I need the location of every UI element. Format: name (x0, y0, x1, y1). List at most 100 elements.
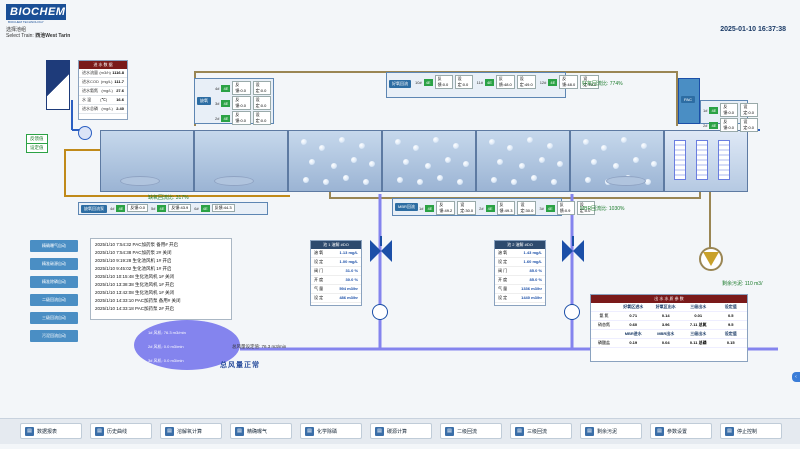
reflux3-icon: ▤ (515, 426, 524, 436)
auto-mode-toggle[interactable]: 4E (423, 78, 433, 86)
auto-mode-button[interactable]: 精确曝气自动 (30, 240, 78, 252)
do-row-value: 1.13 mg/L (339, 250, 358, 255)
mbr-pump-id: 3# (539, 205, 544, 211)
aerobic-pump-setpoint[interactable]: 设定:0.0 (454, 75, 473, 89)
aerobic-pump-setpoint[interactable]: 设定:49.0 (516, 75, 536, 89)
mbr-pump-setpoint[interactable]: 设定:30.0 (457, 201, 477, 215)
auto-mode-button[interactable]: 三级回流自动 (30, 312, 78, 324)
influent-row-value: 27.6 (116, 88, 124, 93)
setpoint-value-button[interactable]: 设定值 (26, 143, 48, 153)
nav-button-chemical[interactable]: ▤ 化学除磷 (300, 423, 362, 439)
nav-button-reflux3[interactable]: ▤ 三级回流 (510, 423, 572, 439)
auto-mode-toggle[interactable]: 4E (485, 204, 495, 212)
nav-button-report[interactable]: ▤ 数据报表 (20, 423, 82, 439)
air-bubble (621, 137, 627, 143)
mixer-icon (214, 176, 254, 186)
influent-row-unit: (℃) (100, 97, 108, 102)
auto-mode-toggle[interactable]: 4E (116, 204, 126, 212)
nav-button-power[interactable]: ▤ 停止控制 (720, 423, 782, 439)
do-row-value[interactable]: 1440 m3/hr (521, 295, 542, 301)
side-expand-button[interactable]: ‹ (792, 372, 800, 382)
nav-button-chart[interactable]: ▤ 历史曲线 (90, 423, 152, 439)
auto-mode-button[interactable]: 精准碳源自动 (30, 258, 78, 270)
do-row-value: 85.0 % (529, 268, 542, 273)
aerobic-pump-row: 11# 4E 反馈:48.0 设定:49.0 (477, 75, 536, 89)
do-row-label: 阀 门 (314, 268, 324, 273)
auto-mode-toggle[interactable]: 4E (709, 106, 719, 114)
effluent-quality-title: 出 水 水 质 参 数 (591, 295, 747, 303)
power-icon: ▤ (725, 426, 734, 436)
aerobic-pump-id: 10# (415, 79, 422, 85)
param-value[interactable]: 0.5 (714, 312, 747, 321)
air-bubble (301, 139, 307, 145)
air-bubble (403, 159, 409, 165)
auto-mode-toggle[interactable]: 4E (545, 204, 555, 212)
influent-row-label: 进水总磷 (82, 106, 98, 111)
tank-train (100, 130, 750, 192)
do-row-value[interactable]: 486 m3/hr (339, 295, 358, 301)
auto-mode-toggle[interactable]: 4E (200, 204, 210, 212)
air-bubble (557, 161, 563, 167)
pac-pump-setpoint[interactable]: 设定:0.0 (740, 103, 759, 117)
auto-mode-toggle[interactable]: 4E (221, 84, 231, 92)
anoxic-reflux-pump-row: 4# 4E 反馈:0.0 (110, 204, 149, 212)
log-entry: 2025/1/10 13:38:38 生化池风机 1# 开启 (95, 282, 175, 287)
event-log[interactable]: 2025/1/10 7:54:32 PAC加药泵 备用# 开启 2025/1/10… (90, 238, 232, 320)
air-bubble (369, 161, 375, 167)
pac-pump-setpoint[interactable]: 设定:0.0 (740, 118, 759, 132)
auto-mode-toggle[interactable]: 4E (221, 99, 231, 107)
param-value: 0.71 (617, 312, 650, 321)
air-bubble (613, 163, 619, 169)
anoxic-pump-id: 2# (215, 115, 220, 121)
anoxic-pump-setpoint[interactable]: 设定:0.0 (252, 111, 271, 125)
anoxic-pump-setpoint[interactable]: 设定:0.0 (252, 81, 271, 95)
influent-panel-title: 进 水 数 据 (79, 61, 127, 69)
anoxic-pump-setpoint[interactable]: 设定:0.0 (252, 96, 271, 110)
anoxic-reflux-pump-tag: 缺氧回流泵 (81, 204, 107, 213)
auto-mode-toggle[interactable]: 4E (709, 121, 719, 129)
auto-mode-toggle[interactable]: 4E (221, 114, 231, 122)
nav-button-aeration[interactable]: ▤ 精确曝气 (230, 423, 292, 439)
influent-pump[interactable] (78, 126, 92, 140)
do-row: 设 定 486 m3/hr (311, 294, 361, 303)
influent-row-value: 2.40 (116, 106, 124, 111)
aerobic-pump-feedback: 反馈:0.0 (434, 75, 453, 89)
mbr-pump-setpoint[interactable]: 设定:30.0 (517, 201, 537, 215)
do-row: 气 量 594 m3/hr (311, 285, 361, 294)
do-row-label: 设 定 (498, 259, 508, 264)
air-bubble (363, 179, 369, 185)
do-row-label: 阀 门 (498, 268, 508, 273)
auto-mode-toggle[interactable]: 4E (548, 78, 558, 86)
auto-mode-button[interactable]: 精准除磷自动 (30, 276, 78, 288)
pac-pump-row: 2# 4E 反馈:0.0 设定:0.0 (703, 118, 759, 132)
air-bubble (413, 145, 419, 151)
do-row-value[interactable]: 1.60 mg/L (524, 259, 542, 265)
do-row-value[interactable]: 1.00 mg/L (340, 259, 358, 265)
param-header: 设定值 (714, 330, 747, 339)
sludge-pump-icon[interactable] (698, 246, 724, 272)
param-header: MBR出水 (649, 330, 682, 339)
param-value[interactable]: 9.5 (714, 321, 747, 330)
auto-mode-button[interactable]: 二级回流自动 (30, 294, 78, 306)
auto-mode-toggle[interactable]: 4E (425, 204, 435, 212)
air-valve-2-icon[interactable] (558, 236, 588, 266)
nav-button-reflux[interactable]: ▤ 二级回流 (440, 423, 502, 439)
nav-button-carbon[interactable]: ▤ 碳源计算 (370, 423, 432, 439)
do-row-value[interactable]: 30.0 % (346, 277, 358, 283)
param-header: 三级出水 (682, 330, 715, 339)
nav-button-settings[interactable]: ▤ 参数设置 (650, 423, 712, 439)
nav-button-sludge[interactable]: ▤ 剩余污泥 (580, 423, 642, 439)
air-bubble (489, 139, 495, 145)
do-row-value[interactable]: 85.0 % (530, 277, 542, 283)
air-bubble (551, 179, 557, 185)
nav-button-label: 化学除磷 (317, 428, 338, 435)
auto-mode-toggle[interactable]: 4E (157, 204, 167, 212)
pac-pump-row: 1# 4E 反馈:0.0 设定:0.0 (703, 103, 759, 117)
air-valve-1-icon[interactable] (366, 236, 396, 266)
mbr-reflux-tag: MBR回流 (395, 203, 418, 211)
auto-mode-button[interactable]: 污泥回流自动 (30, 330, 78, 342)
nav-button-calc[interactable]: ▤ 溶解氧计算 (160, 423, 222, 439)
do-row: 开 度 30.0 % (311, 276, 361, 285)
param-value[interactable]: 0.15 (714, 339, 747, 348)
auto-mode-toggle[interactable]: 4E (484, 78, 494, 86)
